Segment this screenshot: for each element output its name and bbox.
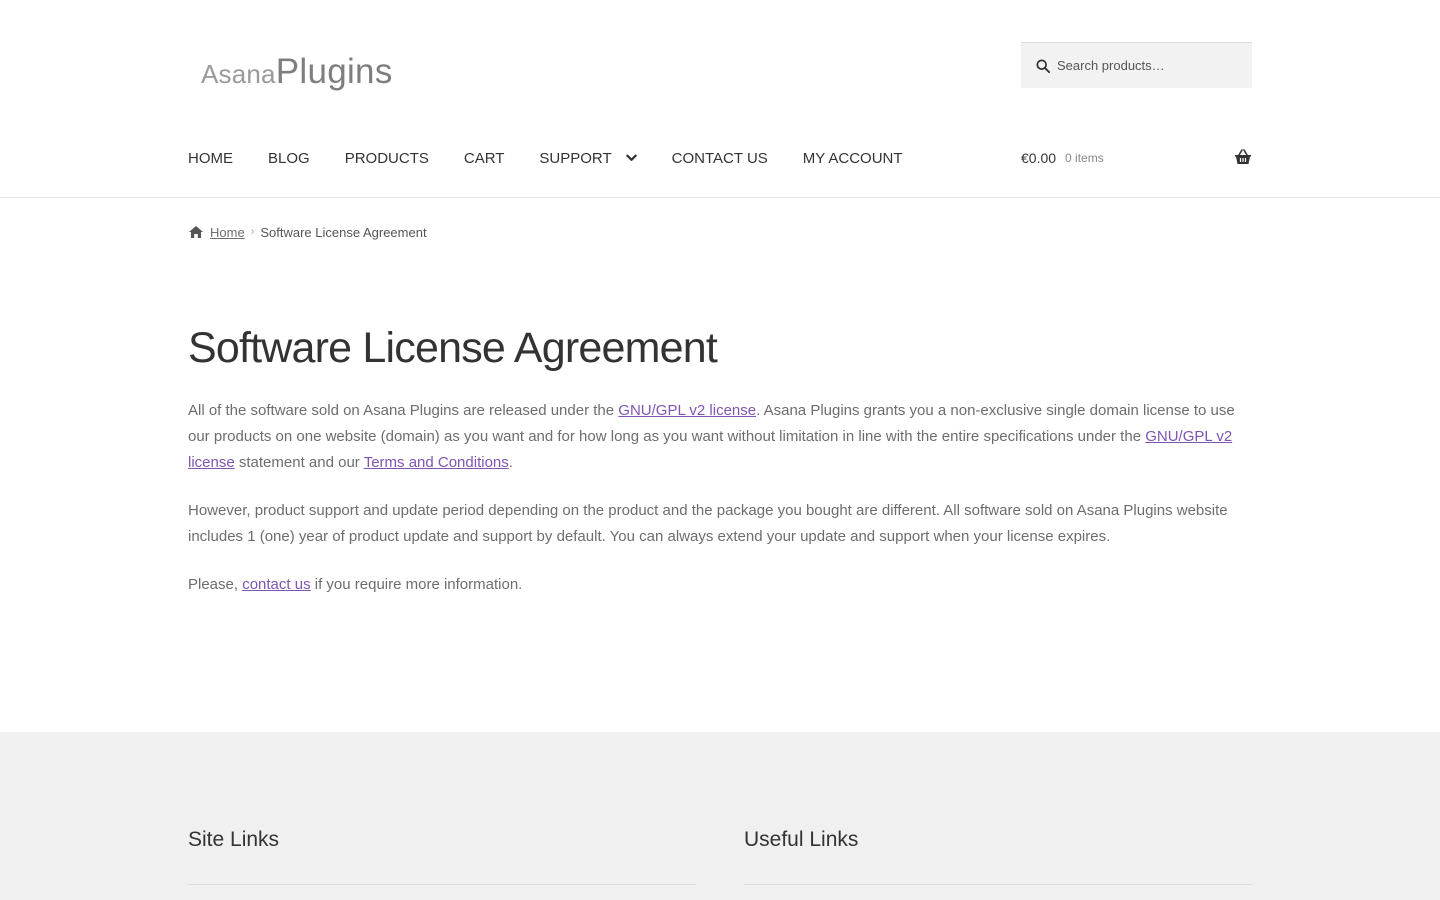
paragraph-support: However, product support and update peri… <box>188 502 1228 545</box>
home-icon <box>189 226 203 238</box>
product-search <box>1021 42 1252 88</box>
header-cart[interactable]: €0.00 0 items <box>1021 146 1252 170</box>
logo-text-asana: Asana <box>201 59 276 89</box>
footer-site-links: Site Links <box>188 828 696 885</box>
nav-support[interactable]: SUPPORT <box>539 149 637 167</box>
nav-blog[interactable]: BLOG <box>268 150 310 167</box>
nav-cart[interactable]: CART <box>464 150 505 167</box>
search-input[interactable] <box>1057 58 1237 73</box>
nav-support-label: SUPPORT <box>539 149 612 167</box>
basket-icon <box>1235 149 1251 164</box>
footer-heading-site-links: Site Links <box>188 828 280 851</box>
page-content: All of the software sold on Asana Plugin… <box>188 398 1252 620</box>
breadcrumb: Home › Software License Agreement <box>188 222 427 242</box>
chevron-down-icon <box>625 154 637 161</box>
text: . <box>508 454 513 471</box>
nav-my-account[interactable]: MY ACCOUNT <box>803 150 903 167</box>
site-logo[interactable]: Asana Plugins <box>201 52 393 94</box>
text: Please, <box>188 576 243 593</box>
site-footer: Site Links Useful Links <box>0 732 1440 900</box>
text: if you require more information. <box>310 576 523 593</box>
site-header: AsanaPlugins HOME BLOG PRODUCTS CART SUP… <box>0 0 1440 198</box>
text: statement and our <box>234 454 364 471</box>
primary-navigation: HOME BLOG PRODUCTS CART SUPPORT CONTACT … <box>188 146 903 170</box>
breadcrumb-home-link[interactable]: Home <box>210 225 245 240</box>
footer-divider <box>744 884 1252 885</box>
footer-divider <box>188 884 696 885</box>
footer-heading-useful-links: Useful Links <box>744 828 859 851</box>
page-title: Software License Agreement <box>188 324 718 372</box>
cart-amount: €0.00 <box>1021 150 1057 166</box>
nav-contact-us[interactable]: CONTACT US <box>672 150 768 167</box>
footer-useful-links: Useful Links <box>744 828 1252 885</box>
contact-us-link[interactable]: contact us <box>242 576 310 593</box>
logo-text-plugins: Plugins <box>275 52 393 91</box>
paragraph-contact: Please, contact us if you require more i… <box>188 572 1252 598</box>
terms-and-conditions-link[interactable]: Terms and Conditions <box>364 454 509 471</box>
cart-item-count: 0 items <box>1065 151 1104 165</box>
nav-products[interactable]: PRODUCTS <box>345 150 429 167</box>
gpl-license-link[interactable]: GNU/GPL v2 license <box>618 402 756 419</box>
nav-home[interactable]: HOME <box>188 150 233 167</box>
paragraph-license: All of the software sold on Asana Plugin… <box>188 398 1252 476</box>
text: All of the software sold on Asana Plugin… <box>188 402 619 419</box>
breadcrumb-current: Software License Agreement <box>260 224 427 240</box>
search-icon <box>1036 58 1050 73</box>
breadcrumb-separator-icon: › <box>250 226 255 238</box>
